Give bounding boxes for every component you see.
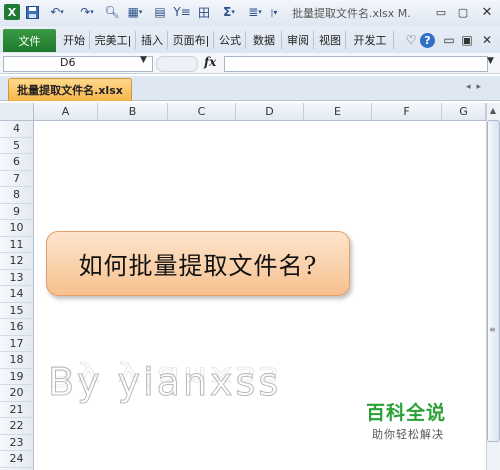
- brand-subtitle: 助你轻松解决: [372, 428, 444, 441]
- tab-home[interactable]: 开始: [59, 31, 90, 49]
- minimize-icon[interactable]: ▭: [432, 4, 450, 20]
- close-icon[interactable]: ✕: [478, 4, 496, 20]
- row-header[interactable]: 13: [0, 270, 33, 286]
- row-header[interactable]: 14: [0, 286, 33, 303]
- row-header[interactable]: 21: [0, 402, 33, 418]
- row-header[interactable]: 5: [0, 138, 33, 154]
- row-header[interactable]: 7: [0, 171, 33, 187]
- excel-app-icon[interactable]: X: [4, 4, 20, 20]
- formula-input[interactable]: [224, 56, 488, 72]
- restore-icon[interactable]: ▢: [454, 4, 472, 20]
- help-icon: ?: [420, 32, 435, 48]
- row-headers: 4 5 6 7 8 9 10 11 12 13 14 15 16 17 18 1…: [0, 121, 34, 470]
- print-preview-icon[interactable]: 🔍︎: [104, 4, 120, 20]
- watermark-reflection: By yianxss: [48, 361, 282, 393]
- callout-text: 如何批量提取文件名?: [78, 252, 318, 280]
- row-header[interactable]: 4: [0, 121, 33, 138]
- ribbon-close-icon[interactable]: ✕: [480, 31, 494, 49]
- column-header[interactable]: F: [372, 103, 442, 120]
- name-box-value: D6: [60, 56, 76, 69]
- row-header[interactable]: 24: [0, 451, 33, 468]
- window-title: 批量提取文件名.xlsx M.: [292, 7, 411, 20]
- row-header[interactable]: 20: [0, 385, 33, 402]
- column-header[interactable]: G: [442, 103, 486, 120]
- column-header[interactable]: A: [34, 103, 98, 120]
- column-header[interactable]: D: [236, 103, 304, 120]
- row-header[interactable]: 8: [0, 187, 33, 204]
- tab-file[interactable]: 文件: [3, 29, 56, 52]
- sum-icon[interactable]: Σ ▾: [218, 4, 240, 20]
- ribbon-minimize-icon[interactable]: ▭: [442, 31, 456, 49]
- row-header[interactable]: 12: [0, 253, 33, 270]
- column-header[interactable]: B: [98, 103, 168, 120]
- row-header[interactable]: 22: [0, 418, 33, 435]
- collapse-ribbon-icon[interactable]: ♡: [404, 31, 418, 49]
- column-header[interactable]: C: [168, 103, 236, 120]
- row-header[interactable]: 17: [0, 336, 33, 352]
- borders-icon[interactable]: 田: [196, 4, 212, 20]
- row-header[interactable]: 10: [0, 220, 33, 237]
- save-icon[interactable]: [25, 4, 39, 20]
- workbook-nav-arrows-icon[interactable]: ◂▸: [466, 82, 487, 92]
- insert-function-icon[interactable]: fx: [204, 55, 216, 69]
- filter-icon[interactable]: Y≡: [173, 4, 190, 20]
- workbook-tab[interactable]: 批量提取文件名.xlsx: [8, 78, 132, 101]
- tab-developer[interactable]: 开发工: [347, 31, 394, 49]
- row-header[interactable]: 6: [0, 154, 33, 171]
- select-all-corner[interactable]: [0, 103, 34, 121]
- tab-view[interactable]: 视图: [315, 31, 346, 49]
- row-header[interactable]: 9: [0, 204, 33, 220]
- brand-logo-title: 百科全说: [366, 402, 447, 424]
- scrollbar-thumb[interactable]: [487, 120, 500, 442]
- customize-icon[interactable]: |▾: [268, 4, 280, 20]
- tab-formulas[interactable]: 公式: [215, 31, 246, 49]
- undo-icon[interactable]: ↶ ▾: [46, 4, 68, 20]
- row-header[interactable]: 19: [0, 369, 33, 385]
- format-painter-icon[interactable]: ▦ ▾: [124, 4, 146, 20]
- tab-review[interactable]: 审阅: [283, 31, 314, 49]
- title-callout[interactable]: 如何批量提取文件名?: [46, 231, 350, 296]
- tab-perfect-tools[interactable]: 完美工|: [91, 31, 136, 49]
- name-box[interactable]: [3, 56, 153, 72]
- row-header[interactable]: 15: [0, 303, 33, 319]
- expand-formula-icon[interactable]: ▼: [487, 56, 494, 66]
- tab-insert[interactable]: 插入: [137, 31, 168, 49]
- row-header[interactable]: 23: [0, 435, 33, 451]
- help-button[interactable]: ?: [420, 31, 435, 49]
- column-header[interactable]: E: [304, 103, 372, 120]
- formula-bar-splitter[interactable]: [156, 56, 198, 72]
- paste-icon[interactable]: ▤: [152, 4, 168, 20]
- column-headers: A B C D E F G: [34, 103, 486, 121]
- row-header[interactable]: 16: [0, 319, 33, 336]
- align-icon[interactable]: ≣ ▾: [246, 4, 264, 20]
- tab-data[interactable]: 数据: [247, 31, 282, 49]
- tab-page-layout[interactable]: 页面布|: [169, 31, 214, 49]
- scrollbar-grip-icon: ≡: [489, 325, 496, 334]
- chevron-down-icon[interactable]: ▼: [140, 55, 147, 65]
- redo-icon[interactable]: ↷ ▾: [76, 4, 98, 20]
- row-header[interactable]: 18: [0, 352, 33, 369]
- row-header[interactable]: 11: [0, 237, 33, 253]
- ribbon-restore-icon[interactable]: ▣: [460, 31, 474, 49]
- scroll-up-icon[interactable]: ▲: [487, 104, 499, 116]
